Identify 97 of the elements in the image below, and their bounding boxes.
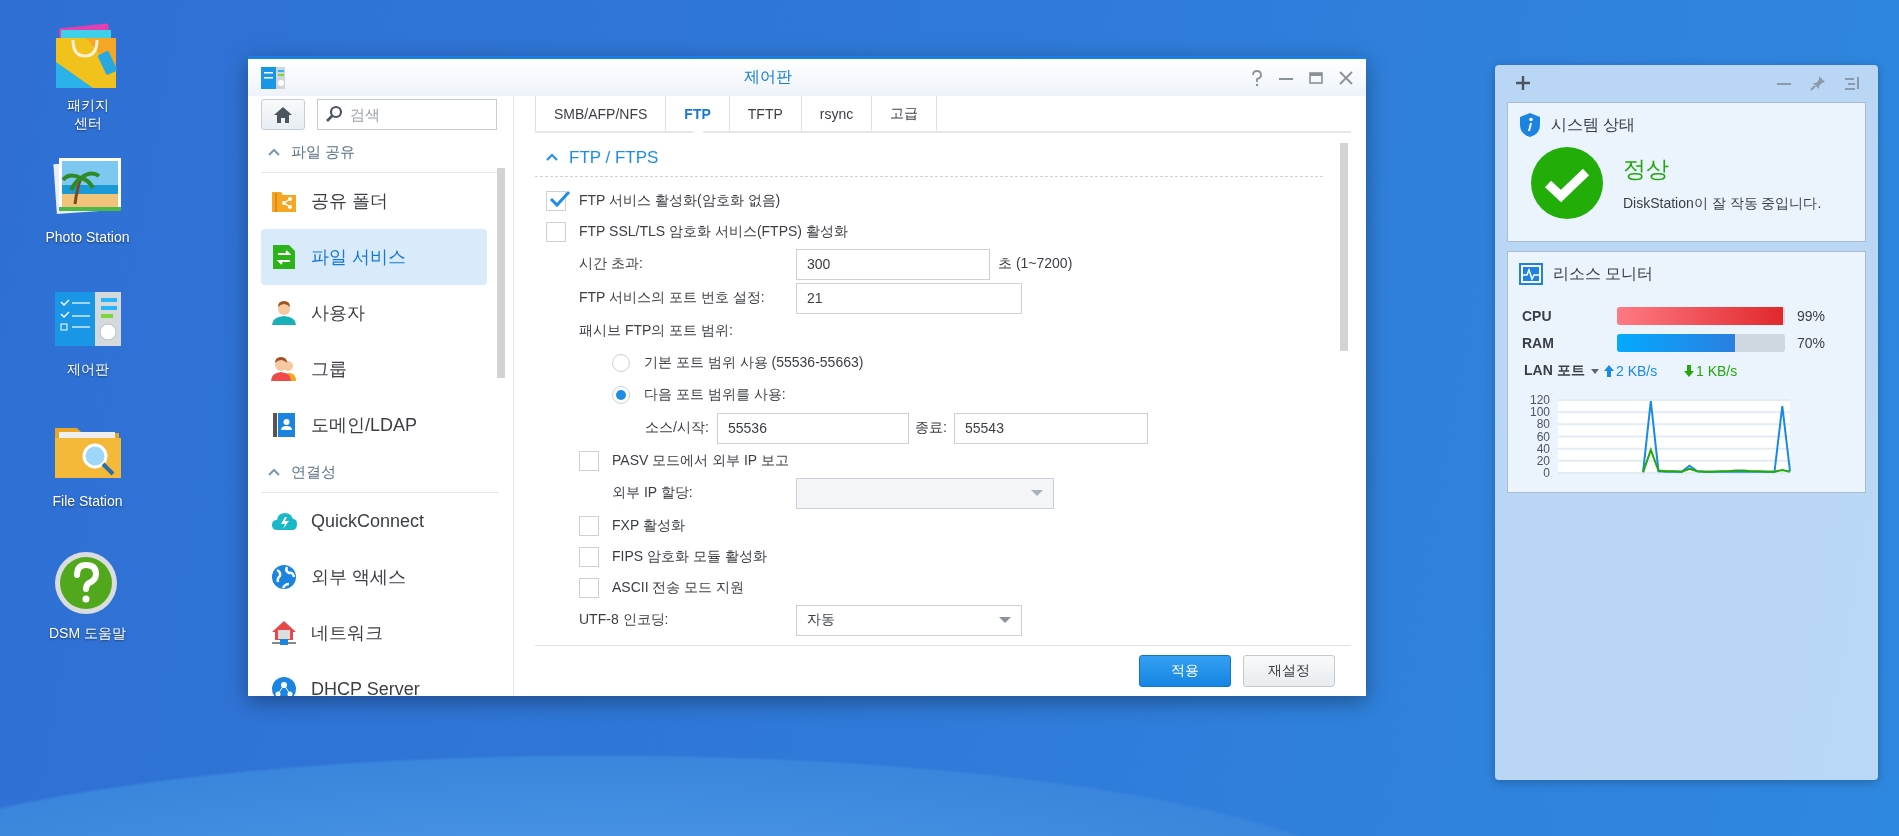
sidebar-item[interactable]: 사용자 bbox=[261, 285, 487, 341]
upload-arrow-icon bbox=[1604, 365, 1614, 377]
contact-book-icon bbox=[271, 412, 297, 438]
checkbox-label[interactable]: PASV 모드에서 외부 IP 보고 bbox=[612, 451, 789, 470]
field-label: 외부 IP 할당: bbox=[612, 484, 694, 502]
dropdown[interactable]: 자동 bbox=[796, 604, 1022, 636]
add-icon[interactable] bbox=[1515, 75, 1531, 91]
app-label[interactable]: 패키지 센터 bbox=[66, 96, 109, 132]
field-label: UTF-8 인코딩: bbox=[579, 611, 670, 629]
dropdown-arrow-icon bbox=[1031, 489, 1043, 497]
card-title: 시스템 상태 bbox=[1551, 114, 1636, 135]
check-circle-icon bbox=[1531, 147, 1603, 219]
close-icon[interactable] bbox=[1338, 69, 1354, 86]
reset-button[interactable]: 재설정 bbox=[1243, 655, 1335, 687]
checkbox-label[interactable]: FIPS 암호화 모듈 활성화 bbox=[612, 547, 767, 566]
axis-tick-label: 60 bbox=[1536, 429, 1550, 444]
axis-tick-label: 0 bbox=[1543, 466, 1550, 480]
search-icon bbox=[325, 105, 343, 123]
status-message: DiskStation이 잘 작동 중입니다. bbox=[1623, 194, 1822, 213]
radio-label[interactable]: 기본 포트 범위 사용 (55536-55663) bbox=[644, 354, 864, 372]
meter-reading: 99% bbox=[1797, 307, 1826, 324]
home-icon bbox=[273, 105, 293, 124]
app-label[interactable]: DSM 도움말 bbox=[49, 624, 126, 642]
tab[interactable]: 고급 bbox=[872, 96, 938, 131]
upload-rate: 2 KB/s bbox=[1616, 363, 1658, 379]
checkbox[interactable] bbox=[546, 221, 566, 242]
tab[interactable]: SMB/AFP/NFS bbox=[535, 96, 667, 131]
info-shield-icon bbox=[1519, 112, 1541, 138]
file-transfer-icon bbox=[271, 244, 297, 270]
caret-icon bbox=[1590, 368, 1599, 374]
meter-reading: 70% bbox=[1797, 334, 1826, 351]
field-label: 종료: bbox=[915, 419, 948, 437]
group-icon bbox=[271, 356, 297, 382]
download-rate: 1 KB/s bbox=[1696, 363, 1738, 379]
tab[interactable]: rsync bbox=[801, 96, 873, 131]
input-field[interactable]: 55543 bbox=[954, 412, 1148, 444]
meter-label: RAM bbox=[1522, 334, 1555, 351]
section-header[interactable]: FTP / FTPS bbox=[535, 140, 1323, 177]
checkbox[interactable] bbox=[579, 546, 599, 567]
axis-tick-label: 100 bbox=[1529, 405, 1550, 420]
sidebar-item[interactable]: QuickConnect bbox=[261, 493, 487, 549]
menu-icon[interactable] bbox=[1844, 75, 1860, 91]
scrollbar[interactable] bbox=[497, 168, 505, 378]
field-label: FTP 서비스의 포트 번호 설정: bbox=[579, 289, 766, 307]
input-field[interactable]: 300 bbox=[796, 248, 990, 280]
pin-icon[interactable] bbox=[1810, 75, 1826, 91]
download-arrow-icon bbox=[1684, 365, 1694, 377]
radio-label[interactable]: 다음 포트 범위를 사용: bbox=[644, 386, 786, 404]
help-icon[interactable] bbox=[1250, 69, 1264, 86]
sidebar-item[interactable]: 공유 폴더 bbox=[261, 173, 487, 229]
sidebar-item[interactable]: 외부 액세스 bbox=[261, 549, 487, 605]
card-title: 리소스 모니터 bbox=[1553, 263, 1654, 284]
home-button[interactable] bbox=[261, 99, 305, 130]
pulse-monitor-icon bbox=[1519, 263, 1543, 285]
checkbox[interactable] bbox=[579, 577, 599, 598]
app-label[interactable]: File Station bbox=[52, 492, 123, 510]
checkbox[interactable] bbox=[579, 515, 599, 536]
sidebar-item[interactable]: 그룹 bbox=[261, 341, 487, 397]
tab[interactable]: TFTP bbox=[729, 96, 802, 131]
checkbox-label[interactable]: FTP SSL/TLS 암호화 서비스(FTPS) 활성화 bbox=[579, 222, 848, 241]
dropdown-arrow-icon bbox=[999, 616, 1011, 624]
window-title: 제어판 bbox=[743, 67, 793, 87]
radio-button[interactable] bbox=[612, 354, 630, 372]
group-header[interactable]: 연결성 bbox=[261, 453, 499, 493]
checkbox-label[interactable]: FTP 서비스 활성화(암호화 없음) bbox=[579, 191, 781, 210]
sidebar-item[interactable]: 도메인/LDAP bbox=[261, 397, 487, 453]
status-text: 정상 bbox=[1623, 154, 1670, 184]
sidebar-item[interactable]: DHCP Server bbox=[261, 661, 487, 696]
control-panel-icon[interactable] bbox=[260, 64, 286, 91]
globe-icon bbox=[271, 564, 297, 590]
port-dropdown[interactable]: LAN 포트 bbox=[1524, 362, 1604, 380]
network-house-icon bbox=[271, 620, 297, 646]
tab[interactable]: FTP bbox=[666, 96, 730, 131]
search-field[interactable]: 검색 bbox=[317, 99, 497, 130]
group-header[interactable]: 파일 공유 bbox=[261, 133, 499, 173]
input-field[interactable]: 55536 bbox=[717, 412, 909, 444]
app-label[interactable]: 제어판 bbox=[66, 360, 109, 378]
maximize-icon[interactable] bbox=[1308, 69, 1324, 86]
checkbox[interactable] bbox=[579, 450, 599, 471]
field-label: 시간 초과: bbox=[579, 255, 644, 273]
field-label: 소스/시작: bbox=[645, 419, 710, 437]
meter-label: CPU bbox=[1522, 307, 1553, 324]
field-label: 패시브 FTP의 포트 범위: bbox=[579, 322, 733, 340]
sidebar-item[interactable]: 파일 서비스 bbox=[261, 229, 487, 285]
input-field[interactable]: 21 bbox=[796, 282, 1022, 314]
scrollbar[interactable] bbox=[1340, 143, 1348, 351]
app-label[interactable]: Photo Station bbox=[45, 228, 130, 246]
checkbox-label[interactable]: ASCII 전송 모드 지원 bbox=[612, 578, 745, 597]
axis-tick-label: 120 bbox=[1529, 393, 1550, 407]
axis-tick-label: 20 bbox=[1536, 453, 1550, 468]
user-icon bbox=[271, 300, 297, 326]
field-hint: 초 (1~7200) bbox=[998, 255, 1073, 273]
axis-tick-label: 80 bbox=[1536, 417, 1550, 432]
axis-tick-label: 40 bbox=[1536, 441, 1550, 456]
checkbox-label[interactable]: FXP 활성화 bbox=[612, 516, 685, 535]
radio-button[interactable] bbox=[612, 386, 630, 404]
sidebar-item[interactable]: 네트워크 bbox=[261, 605, 487, 661]
